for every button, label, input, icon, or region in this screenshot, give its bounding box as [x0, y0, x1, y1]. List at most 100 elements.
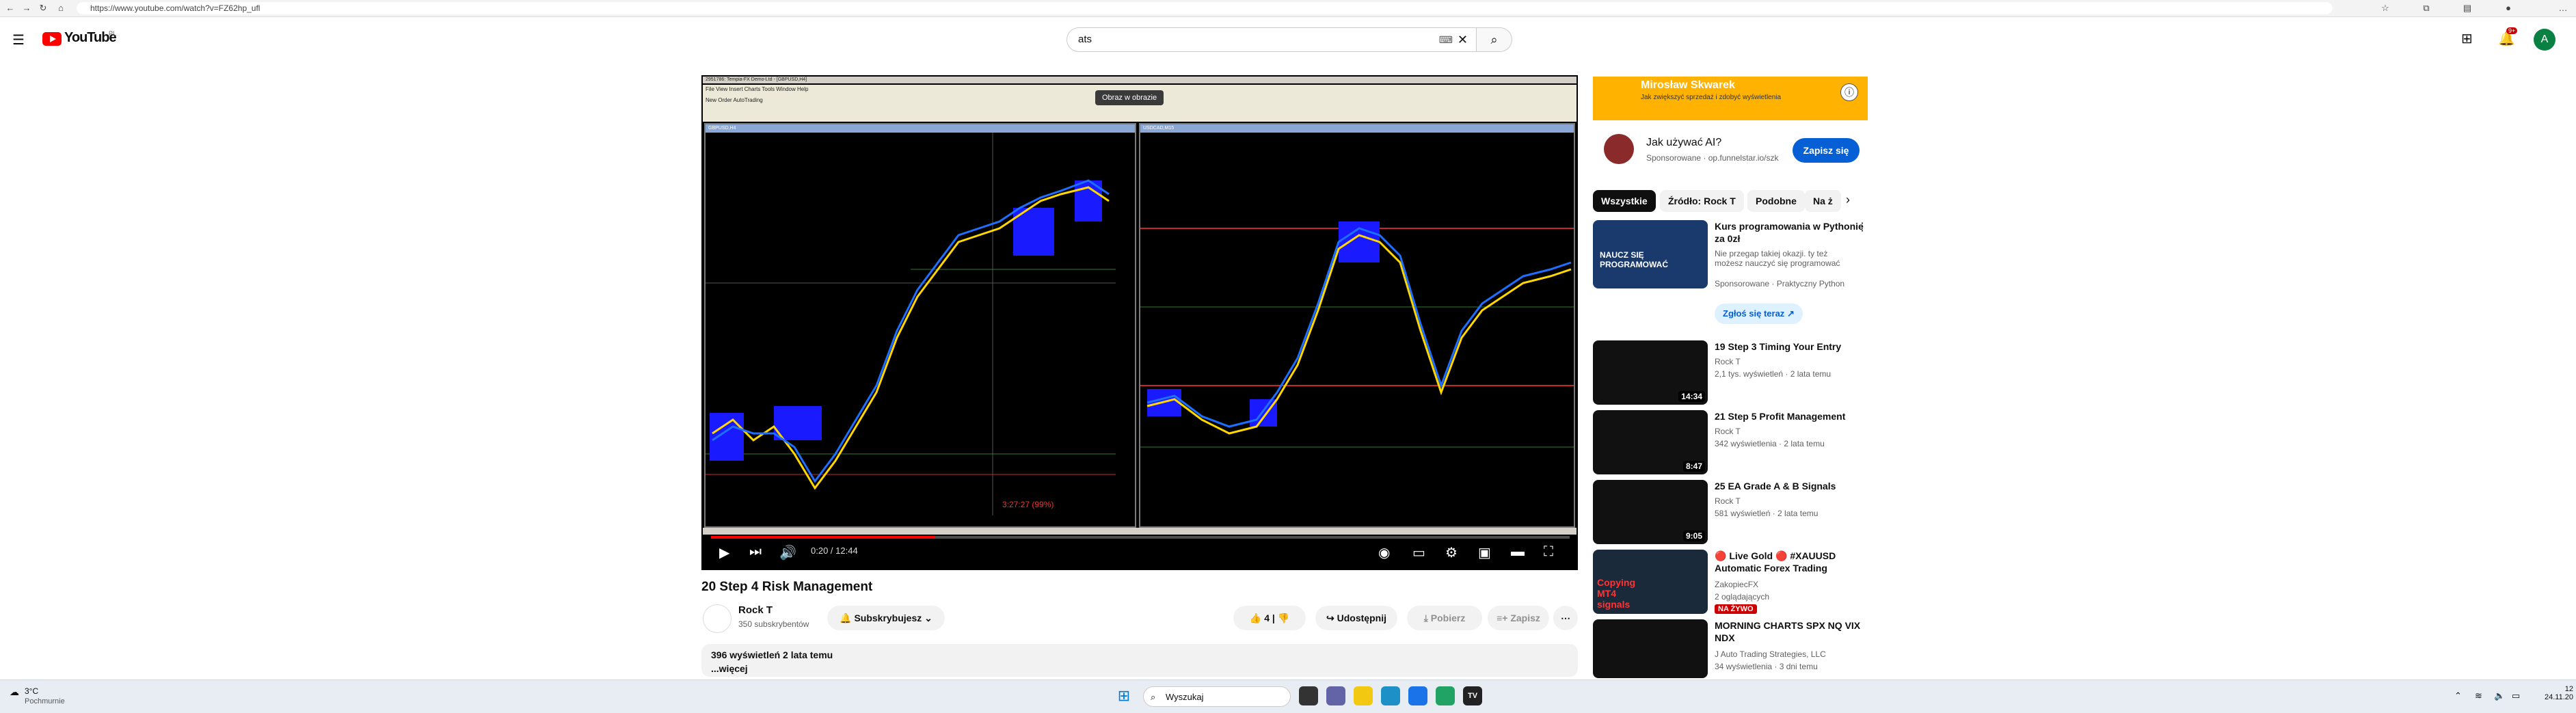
- related-title-0[interactable]: Kurs programowania w Pythonie za 0zł: [1715, 220, 1865, 245]
- mt4-toolbar-text: New Order AutoTrading: [706, 97, 763, 103]
- file-explorer-icon[interactable]: [1354, 686, 1373, 705]
- account-avatar[interactable]: A: [2534, 29, 2555, 51]
- refresh-icon[interactable]: ↻: [37, 2, 49, 14]
- subscriber-count: 350 subskrybentów: [738, 619, 809, 629]
- clock-date: 24.11.20: [2544, 693, 2573, 701]
- fullscreen-icon[interactable]: ⛶: [1544, 544, 1553, 560]
- related-title-3[interactable]: 25 EA Grade A & B Signals: [1715, 480, 1865, 492]
- collections-icon[interactable]: ▤: [2461, 2, 2473, 14]
- menu-dots-icon[interactable]: …: [2557, 2, 2569, 14]
- chart2-header: USDCAD,M15: [1140, 124, 1574, 133]
- sponsored-thumbnail[interactable]: NAUCZ SIĘ PROGRAMOWAĆ: [1593, 220, 1708, 288]
- like-icon: 👍: [1249, 613, 1265, 623]
- teams-icon[interactable]: [1326, 686, 1345, 705]
- channel-name[interactable]: Rock T: [738, 604, 773, 616]
- create-icon[interactable]: ⊞: [2461, 30, 2473, 47]
- start-icon[interactable]: ⊞: [1114, 686, 1133, 705]
- pip-tooltip: Obraz w obrazie: [1095, 90, 1164, 105]
- taskview-icon[interactable]: [1299, 686, 1318, 705]
- volume-icon[interactable]: 🔊: [779, 544, 796, 561]
- related-thumbnail-5[interactable]: [1593, 619, 1708, 678]
- clear-icon[interactable]: ✕: [1458, 28, 1468, 51]
- play-icon[interactable]: ▶: [719, 544, 729, 561]
- store-icon[interactable]: [1408, 686, 1427, 705]
- item-menu-icon[interactable]: ⋮: [1857, 220, 1868, 234]
- back-icon[interactable]: ←: [4, 2, 16, 14]
- chip-more[interactable]: Na ż: [1805, 190, 1841, 212]
- duration-1: 14:34: [1678, 391, 1705, 402]
- extensions-icon[interactable]: ⧉: [2420, 2, 2432, 14]
- like-dislike-button[interactable]: 👍 4 | 👎: [1233, 606, 1306, 630]
- weather-state: Pochmurnie: [25, 697, 65, 705]
- save-button[interactable]: ≡+ Zapisz: [1488, 606, 1549, 630]
- related-meta1-0: Nie przegap takiej okazji. ty też możesz…: [1715, 249, 1840, 268]
- related-channel-1[interactable]: Rock T: [1715, 357, 1741, 366]
- wifi-icon[interactable]: ≋: [2475, 690, 2482, 701]
- related-channel-2[interactable]: Rock T: [1715, 427, 1741, 436]
- thumb-overlay-text: Copying MT4 signals: [1597, 577, 1635, 610]
- theater-icon[interactable]: ▬: [1511, 544, 1525, 560]
- chip-source[interactable]: Źródło: Rock T: [1660, 190, 1744, 212]
- advertiser-avatar[interactable]: [1604, 134, 1634, 164]
- chart-window-gbpusd: GBPUSD,H4 3:27:27 (99%): [704, 123, 1136, 528]
- weather-temp[interactable]: 3°C: [25, 686, 38, 696]
- related-thumbnail-3[interactable]: 9:05: [1593, 480, 1708, 544]
- settings-icon[interactable]: ⚙: [1445, 544, 1458, 561]
- subtitles-icon[interactable]: ▭: [1412, 544, 1425, 561]
- taskbar-clock[interactable]: 12 24.11.20: [2530, 685, 2573, 701]
- related-channel-4[interactable]: ZakopiecFX: [1715, 580, 1758, 589]
- download-button[interactable]: ⤓ Pobierz: [1407, 606, 1482, 630]
- miniplayer-icon[interactable]: ▣: [1478, 544, 1491, 561]
- excel-icon[interactable]: [1436, 686, 1455, 705]
- star-icon[interactable]: ☆: [2379, 2, 2391, 14]
- chart2-canvas: [1140, 221, 1574, 448]
- more-actions-button[interactable]: ⋯: [1553, 606, 1578, 630]
- search-icon: ⌕: [1490, 33, 1498, 46]
- related-title-1[interactable]: 19 Step 3 Timing Your Entry: [1715, 340, 1865, 353]
- related-title-2[interactable]: 21 Step 5 Profit Management: [1715, 410, 1865, 422]
- taskbar-search[interactable]: ⌕ Wyszukaj: [1143, 686, 1291, 707]
- tradingview-icon[interactable]: TV: [1463, 686, 1482, 705]
- ad-subscribe-button[interactable]: Zapisz się: [1793, 138, 1860, 163]
- related-channel-5[interactable]: J Auto Trading Strategies, LLC: [1715, 649, 1826, 659]
- address-bar[interactable]: https://www.youtube.com/watch?v=FZ62hp_u…: [77, 2, 2333, 14]
- search-input[interactable]: ats ⌨ ✕: [1066, 27, 1477, 52]
- description-box[interactable]: [701, 644, 1578, 677]
- dislike-icon: 👎: [1277, 613, 1290, 623]
- hamburger-menu-icon[interactable]: ☰: [12, 31, 25, 49]
- edge-icon[interactable]: [1381, 686, 1400, 705]
- chart1-header: GBPUSD,H4: [706, 124, 1135, 133]
- tray-chevron-icon[interactable]: ⌃: [2454, 690, 2462, 701]
- clock-time: 12: [2564, 685, 2573, 693]
- keyboard-icon[interactable]: ⌨: [1439, 28, 1453, 51]
- mt4-menu-text: File View Insert Charts Tools Window Hel…: [706, 86, 809, 92]
- related-channel-3[interactable]: Rock T: [1715, 496, 1741, 506]
- related-thumbnail-2[interactable]: 8:47: [1593, 410, 1708, 474]
- related-title-5[interactable]: MORNING CHARTS SPX NQ VIX NDX: [1715, 619, 1865, 644]
- channel-avatar[interactable]: [703, 604, 732, 633]
- share-button[interactable]: ↪ Udostępnij: [1315, 606, 1397, 630]
- autoplay-toggle-icon[interactable]: ◉: [1378, 544, 1390, 561]
- subscribed-button[interactable]: 🔔 Subskrybujesz ⌄: [827, 606, 945, 630]
- ad-title[interactable]: Jak używać AI?: [1646, 137, 1721, 149]
- chip-all[interactable]: Wszystkie: [1593, 190, 1656, 212]
- bell-icon: 🔔: [840, 613, 855, 623]
- chip-similar[interactable]: Podobne: [1747, 190, 1805, 212]
- home-icon[interactable]: ⌂: [55, 2, 67, 14]
- battery-icon[interactable]: ▭: [2512, 690, 2520, 701]
- subscribed-label: Subskrybujesz: [854, 613, 922, 623]
- next-icon[interactable]: ⏭: [749, 544, 762, 560]
- related-thumbnail-4[interactable]: Copying MT4 signals: [1593, 550, 1708, 614]
- volume-tray-icon[interactable]: 🔈: [2494, 690, 2505, 701]
- weather-icon[interactable]: ☁: [10, 686, 19, 698]
- profile-icon[interactable]: ●: [2502, 2, 2514, 14]
- related-title-4[interactable]: 🔴 Live Gold 🔴 #XAUUSD Automatic Forex Tr…: [1715, 550, 1865, 574]
- more-link[interactable]: ...więcej: [711, 663, 748, 674]
- info-icon[interactable]: ⓘ: [1840, 83, 1858, 101]
- chevron-right-icon[interactable]: ›: [1846, 193, 1850, 207]
- apply-now-button[interactable]: Zgłoś się teraz ↗: [1715, 304, 1803, 324]
- chart1-canvas: 3:27:27 (99%): [706, 133, 1116, 515]
- forward-icon[interactable]: →: [21, 2, 33, 14]
- search-button[interactable]: ⌕: [1477, 27, 1512, 52]
- related-thumbnail-1[interactable]: 14:34: [1593, 340, 1708, 405]
